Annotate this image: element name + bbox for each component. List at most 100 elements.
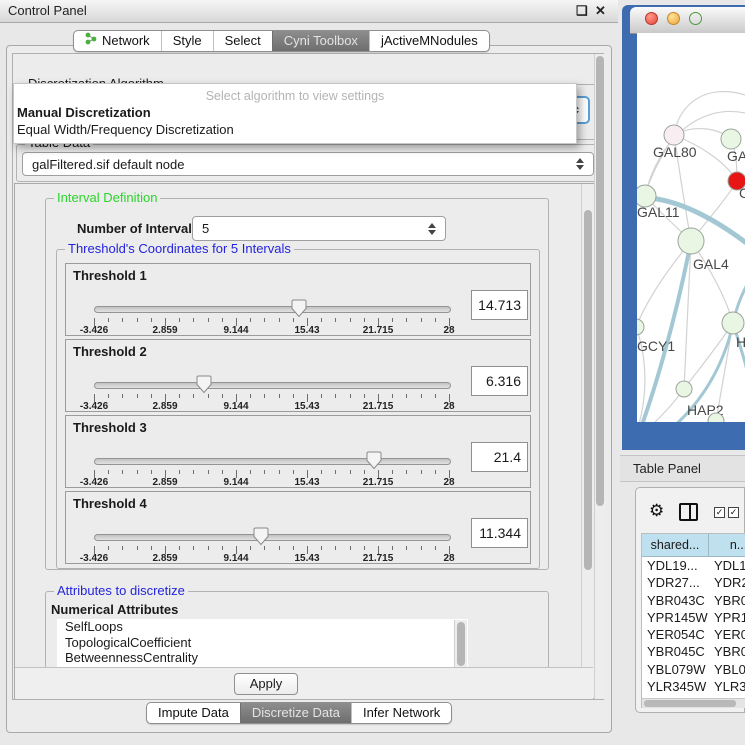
- table-header-n[interactable]: n...: [709, 534, 745, 557]
- slider-tick-label: 15.43: [294, 477, 319, 488]
- popup-hint-text: Select algorithm to view settings: [14, 89, 576, 103]
- tab-cyni-toolbox[interactable]: Cyni Toolbox: [272, 31, 369, 51]
- slider-track[interactable]: [94, 458, 451, 465]
- network-node-gal4[interactable]: [678, 228, 704, 254]
- network-node-gcy1[interactable]: [637, 319, 644, 335]
- minimize-traffic-light-icon[interactable]: [667, 12, 680, 25]
- slider-tick: [406, 318, 407, 322]
- slider-tick: [406, 394, 407, 398]
- tab-jactivemnodules[interactable]: jActiveMNodules: [369, 31, 489, 51]
- network-edge[interactable]: [637, 421, 716, 422]
- attribute-item-selfloops[interactable]: SelfLoops: [57, 619, 468, 635]
- network-node-h[interactable]: [722, 312, 744, 334]
- table-row[interactable]: YDL19...YDL1...: [642, 557, 745, 574]
- tab-discretize-data[interactable]: Discretize Data: [240, 703, 351, 723]
- table-row[interactable]: YDR27...YDR2...: [642, 574, 745, 591]
- number-of-intervals-spinner[interactable]: 5: [192, 216, 446, 241]
- slider-tick-label: 21.715: [363, 553, 394, 564]
- slider-tick-label: 28: [443, 401, 454, 412]
- slider-tick-label: 2.859: [152, 401, 177, 412]
- slider-tick: [350, 470, 351, 474]
- gear-icon[interactable]: ⚙: [649, 502, 664, 519]
- slider-thumb[interactable]: [196, 375, 212, 394]
- slider-thumb[interactable]: [253, 527, 269, 546]
- network-graph[interactable]: GAL80GALCGAL11GAL4GCY1HHAP2: [637, 33, 745, 422]
- network-node-hap2[interactable]: [676, 381, 692, 397]
- float-window-icon[interactable]: ❑: [576, 4, 588, 17]
- attributes-list-scrollbar[interactable]: [454, 620, 467, 668]
- table-header-shared[interactable]: shared...: [642, 534, 709, 557]
- threshold-value-field[interactable]: 6.316: [471, 366, 528, 396]
- slider-tick: [421, 470, 422, 474]
- close-traffic-light-icon[interactable]: [645, 12, 658, 25]
- top-tab-bar: NetworkStyleSelectCyni ToolboxjActiveMNo…: [73, 30, 490, 52]
- slider-tick: [321, 546, 322, 550]
- slider-tick: [421, 318, 422, 322]
- slider-tick: [364, 470, 365, 474]
- network-edge[interactable]: [684, 323, 733, 389]
- slider-tick-label: 28: [443, 325, 454, 336]
- settings-vertical-scrollbar[interactable]: [581, 184, 594, 698]
- slider-tick: [335, 546, 336, 550]
- table-data-combobox[interactable]: galFiltered.sif default node: [22, 152, 594, 176]
- numerical-attributes-list[interactable]: SelfLoopsTopologicalCoefficientBetweenne…: [57, 619, 468, 669]
- node-attribute-table[interactable]: shared...n...YDL19...YDL1...YDR27...YDR2…: [641, 533, 745, 708]
- slider-track[interactable]: [94, 306, 451, 313]
- slider-thumb[interactable]: [366, 451, 382, 470]
- tab-impute-data[interactable]: Impute Data: [147, 703, 240, 723]
- slider-tick: [179, 394, 180, 398]
- spinner-arrows-icon: [428, 223, 436, 235]
- slider-tick: [279, 546, 280, 550]
- attribute-item-topologicalcoefficient[interactable]: TopologicalCoefficient: [57, 635, 468, 651]
- checkbox-checked-icon[interactable]: ✓: [728, 507, 739, 518]
- thresholds-group-label: Threshold's Coordinates for 5 Intervals: [65, 242, 294, 256]
- zoom-traffic-light-icon[interactable]: [689, 12, 702, 25]
- slider-track[interactable]: [94, 534, 451, 541]
- interval-definition-label: Interval Definition: [54, 191, 160, 205]
- attribute-item-betweennesscentrality[interactable]: BetweennessCentrality: [57, 650, 468, 666]
- node-label: GAL11: [637, 204, 680, 220]
- threshold-value-field[interactable]: 21.4: [471, 442, 528, 472]
- tab-select[interactable]: Select: [213, 31, 272, 51]
- slider-tick: [435, 470, 436, 474]
- table-row[interactable]: YPR145WYPR1...: [642, 609, 745, 626]
- threshold-label: Threshold 3: [73, 420, 147, 435]
- slider-tick-label: 21.715: [363, 325, 394, 336]
- node-label: H: [736, 334, 745, 350]
- slider-tick: [421, 394, 422, 398]
- network-view-window: GAL80GALCGAL11GAL4GCY1HHAP2: [622, 5, 745, 450]
- table-row[interactable]: YER054CYER0...: [642, 626, 745, 643]
- table-row[interactable]: YBR045CYBR0...: [642, 643, 745, 660]
- checkbox-checked-icon[interactable]: ✓: [714, 507, 725, 518]
- network-node-gal80[interactable]: [664, 125, 684, 145]
- slider-tick: [208, 470, 209, 474]
- tab-network[interactable]: Network: [74, 31, 161, 51]
- close-icon[interactable]: ✕: [595, 4, 606, 17]
- slider-track[interactable]: [94, 382, 451, 389]
- network-edge[interactable]: [691, 241, 733, 323]
- threshold-box-2: Threshold 2-3.4262.8599.14415.4321.71528…: [65, 339, 531, 412]
- panel-vertical-scrollbar[interactable]: [594, 54, 605, 699]
- slider-tick: [293, 318, 294, 322]
- slider-tick: [108, 546, 109, 550]
- threshold-value-field[interactable]: 14.713: [471, 290, 528, 320]
- popup-option-manual-discretization[interactable]: Manual Discretization: [17, 105, 151, 120]
- slider-tick: [250, 546, 251, 550]
- table-row[interactable]: YLR345WYLR3...: [642, 678, 745, 695]
- table-row[interactable]: YBR043CYBR0...: [642, 592, 745, 609]
- tab-style[interactable]: Style: [161, 31, 213, 51]
- apply-button[interactable]: Apply: [234, 673, 298, 695]
- split-columns-icon[interactable]: [679, 503, 698, 521]
- network-icon: [85, 31, 97, 51]
- tab-infer-network[interactable]: Infer Network: [351, 703, 451, 723]
- table-row[interactable]: YBL079WYBL0...: [642, 661, 745, 678]
- table-hscroll-thumb[interactable]: [644, 700, 736, 707]
- slider-tick: [208, 546, 209, 550]
- slider-tick: [122, 546, 123, 550]
- network-canvas[interactable]: GAL80GALCGAL11GAL4GCY1HHAP2: [637, 33, 745, 422]
- threshold-value-field[interactable]: 11.344: [471, 518, 528, 548]
- network-window-titlebar[interactable]: [630, 7, 745, 34]
- popup-option-equal-width-frequency-discretization[interactable]: Equal Width/Frequency Discretization: [17, 122, 234, 137]
- network-node-gal[interactable]: [721, 129, 741, 149]
- slider-thumb[interactable]: [291, 299, 307, 318]
